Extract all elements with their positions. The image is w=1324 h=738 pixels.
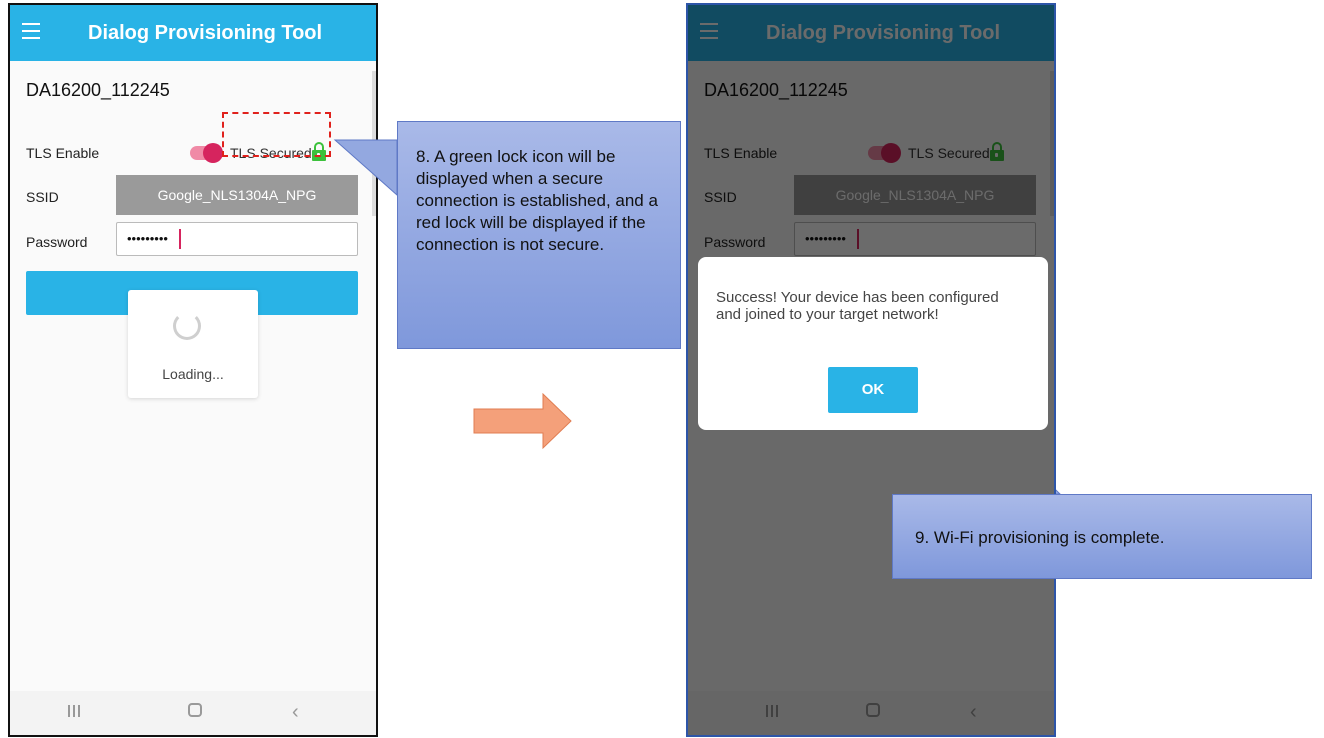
success-dialog: Success! Your device has been configured…: [698, 257, 1048, 430]
hamburger-icon[interactable]: [22, 23, 40, 39]
callout-step9-text: 9. Wi-Fi provisioning is complete.: [915, 528, 1165, 547]
tls-highlight-box: [222, 112, 331, 157]
success-message: Success! Your device has been configured…: [716, 289, 999, 323]
callout-step9: 9. Wi-Fi provisioning is complete.: [892, 494, 1312, 579]
text-cursor: [179, 229, 181, 249]
password-mask: •••••••••: [127, 231, 168, 246]
home-icon[interactable]: [188, 703, 202, 717]
tls-enable-label: TLS Enable: [26, 145, 100, 161]
phone-screen-success: Dialog Provisioning Tool DA16200_112245 …: [686, 3, 1056, 737]
loading-text: Loading...: [162, 366, 224, 382]
system-nav-bar: ‹: [10, 691, 376, 735]
device-name: DA16200_112245: [26, 80, 170, 100]
right-arrow-icon: [473, 393, 572, 450]
toggle-knob: [203, 143, 223, 163]
password-field[interactable]: •••••••••: [116, 222, 358, 256]
app-title: Dialog Provisioning Tool: [88, 22, 323, 44]
callout-step8-text: 8. A green lock icon will be displayed w…: [416, 147, 658, 254]
loading-dialog: Loading...: [128, 290, 258, 398]
refresh-spinner-icon: [173, 312, 201, 340]
ssid-label: SSID: [26, 189, 59, 205]
ok-button[interactable]: OK: [828, 367, 918, 413]
callout-step8: 8. A green lock icon will be displayed w…: [397, 121, 681, 349]
tls-toggle[interactable]: [190, 143, 223, 163]
ssid-field[interactable]: Google_NLS1304A_NPG: [116, 175, 358, 215]
back-icon[interactable]: ‹: [292, 701, 299, 724]
password-label: Password: [26, 234, 88, 250]
scrollbar[interactable]: [372, 71, 376, 216]
app-bar: Dialog Provisioning Tool: [10, 5, 376, 61]
recents-icon[interactable]: [68, 705, 82, 719]
